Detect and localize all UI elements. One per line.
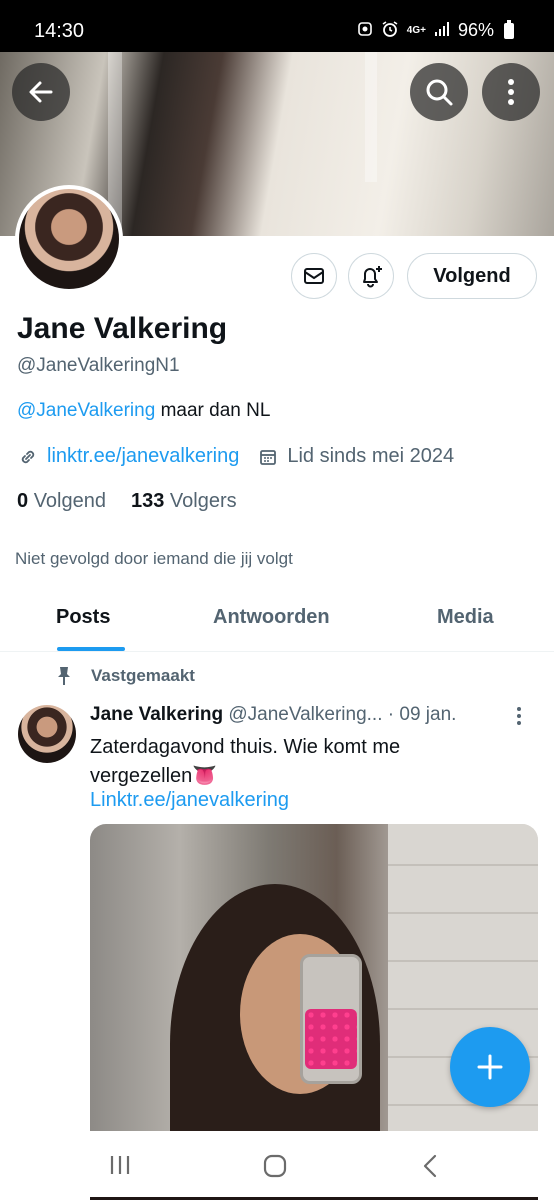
followers-count: 133 [130, 490, 165, 512]
arrow-left-icon [29, 81, 53, 103]
following-count-link[interactable]: 0 Volgend [17, 490, 106, 513]
status-time: 14:30 [34, 20, 85, 42]
network-icon: 4G+ [406, 25, 426, 36]
pinned-indicator: Vastgemaakt [55, 666, 195, 686]
pinned-label: Vastgemaakt [91, 666, 195, 685]
pin-icon [58, 667, 70, 685]
search-icon [426, 79, 453, 106]
followers-label: Volgers [169, 490, 237, 512]
following-count: 0 [17, 490, 29, 512]
post-header: Jane Valkering @JaneValkering... · 09 ja… [90, 704, 510, 726]
not-followed-notice: Niet gevolgd door iemand die jij volgt [15, 549, 293, 568]
more-vertical-icon [508, 79, 514, 105]
link-icon [17, 446, 39, 468]
website-link[interactable]: linktr.ee/janevalkering [47, 445, 239, 468]
battery-level: 96% [457, 20, 494, 40]
message-button[interactable] [291, 253, 337, 299]
profile-avatar[interactable] [15, 185, 123, 293]
followers-count-link[interactable]: 133 Volgers [131, 490, 237, 513]
tab-media[interactable]: Media [437, 606, 494, 629]
plus-icon [477, 1054, 503, 1080]
system-back-button[interactable] [420, 1153, 440, 1184]
back-icon [423, 1154, 437, 1178]
user-handle: @JaneValkeringN1 [17, 355, 180, 376]
post-author-handle: @JaneValkering... [228, 704, 383, 725]
more-vertical-icon [517, 707, 521, 725]
post-text: Zaterdagavond thuis. Wie komt me vergeze… [90, 736, 401, 787]
notifications-button[interactable] [348, 253, 394, 299]
following-button[interactable]: Volgend [407, 253, 537, 299]
system-nav-bar [0, 1131, 554, 1200]
joined-date: Lid sinds mei 2024 [287, 445, 455, 467]
banner-detail [365, 52, 377, 182]
profile-bio: @JaneValkering maar dan NL [17, 400, 270, 422]
battery-icon [504, 19, 514, 39]
compose-button[interactable] [450, 1027, 530, 1107]
status-bar: 14:30 4G+ 96% [0, 0, 554, 52]
home-button[interactable] [262, 1153, 288, 1184]
post-more-button[interactable] [516, 706, 522, 731]
bio-text: maar dan NL [155, 400, 271, 421]
notification-icon [357, 21, 373, 40]
active-tab-indicator [57, 647, 125, 651]
back-button[interactable] [12, 63, 70, 121]
signal-icon [434, 22, 450, 39]
display-name: Jane Valkering [17, 312, 228, 345]
following-label: Volgend [33, 490, 106, 512]
tab-replies[interactable]: Antwoorden [213, 606, 330, 629]
recent-apps-button[interactable] [108, 1153, 132, 1182]
follow-counts: 0 Volgend 133 Volgers [17, 490, 237, 513]
image-detail [305, 1009, 357, 1069]
more-options-button[interactable] [482, 63, 540, 121]
alarm-icon [381, 20, 399, 41]
status-icons: 4G+ 96% [357, 19, 514, 41]
post-author-avatar[interactable] [18, 705, 76, 763]
post-author-name[interactable]: Jane Valkering [90, 704, 223, 725]
tab-posts[interactable]: Posts [56, 606, 110, 629]
bell-plus-icon [363, 266, 382, 288]
calendar-icon [257, 446, 279, 468]
post-link[interactable]: Linktr.ee/janevalkering [90, 789, 289, 812]
profile-meta: linktr.ee/janevalkering Lid sinds mei 20… [17, 445, 454, 468]
recent-apps-icon [110, 1156, 130, 1174]
bio-mention-link[interactable]: @JaneValkering [17, 400, 155, 421]
search-button[interactable] [410, 63, 468, 121]
envelope-icon [304, 268, 324, 284]
post-date: · 09 jan. [387, 704, 457, 725]
profile-tabs: Posts Antwoorden Media [0, 590, 554, 652]
home-icon [263, 1154, 287, 1178]
